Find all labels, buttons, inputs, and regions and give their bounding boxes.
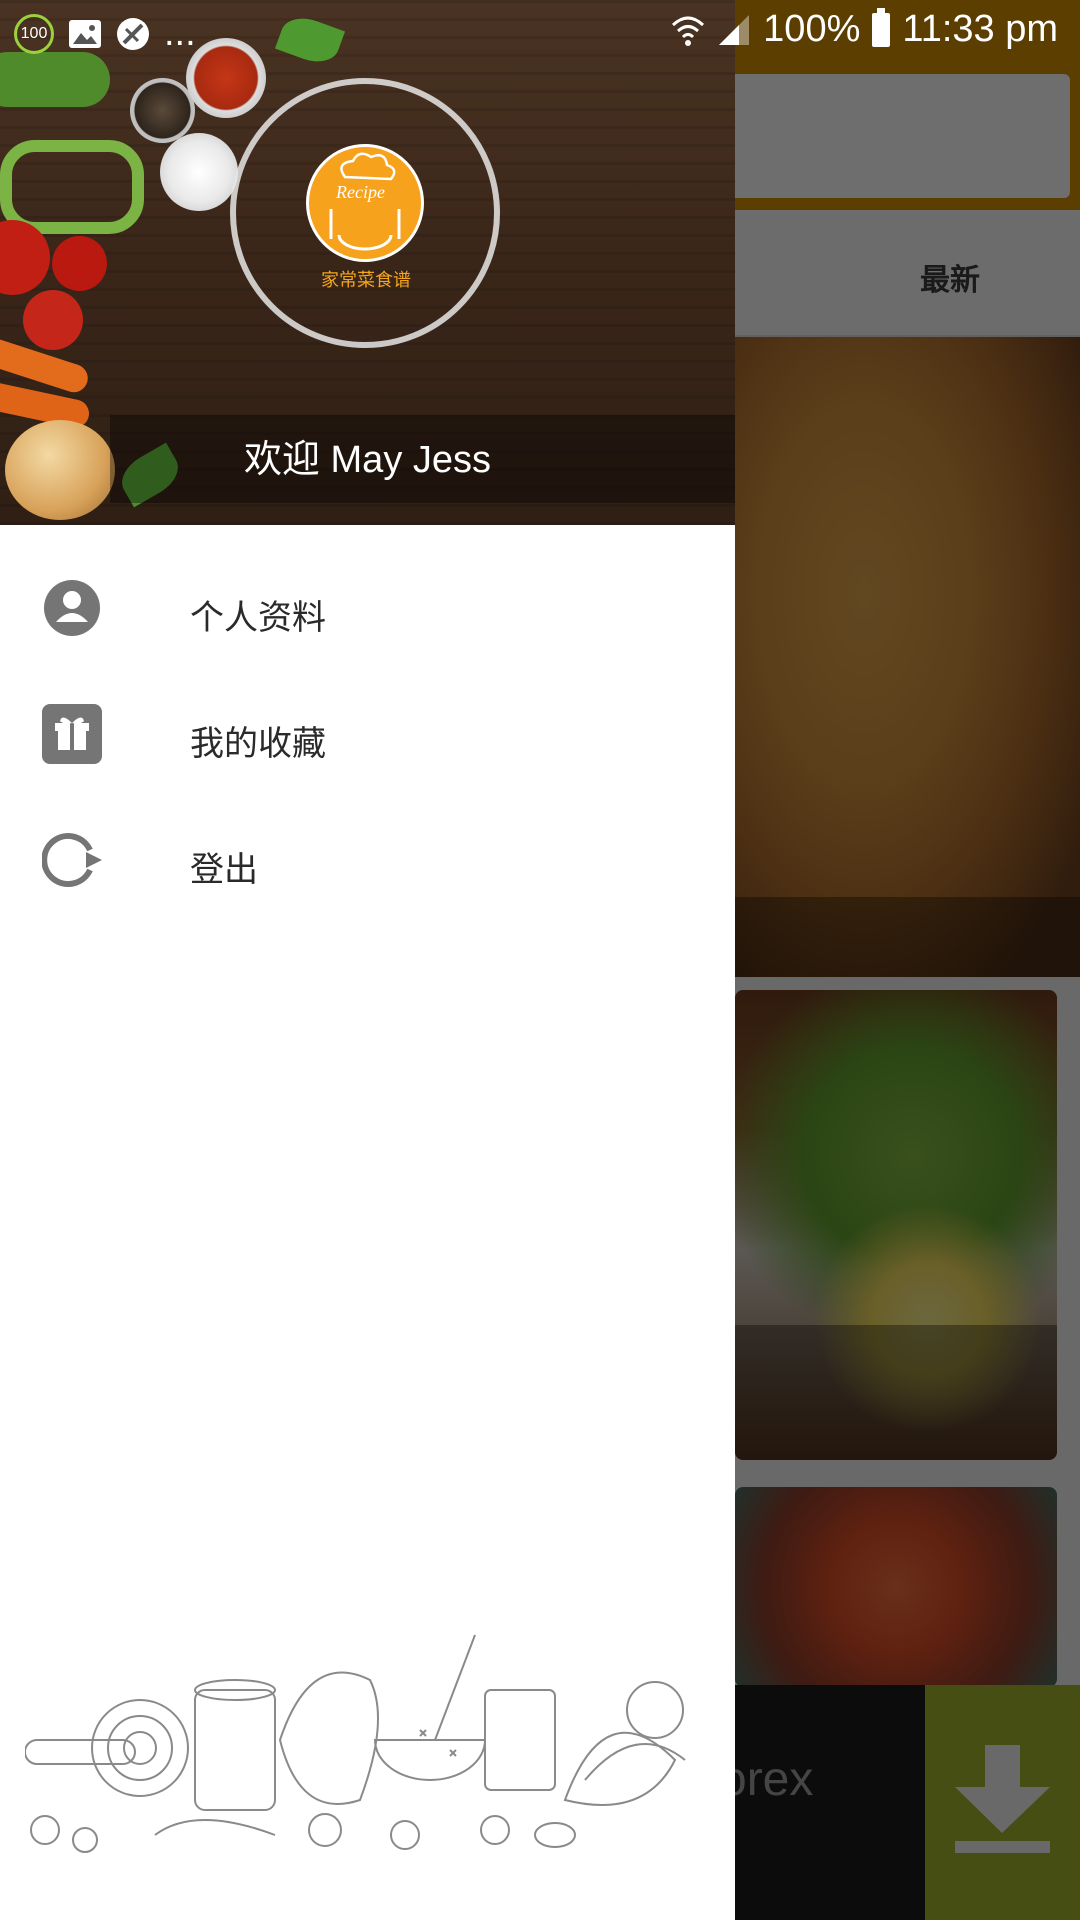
blocked-icon (117, 17, 149, 50)
menu-label: 登出 (190, 850, 258, 890)
menu-label: 我的收藏 (190, 724, 326, 764)
menu-item-profile[interactable]: 个人资料 (0, 545, 735, 671)
chef-hat-plate-icon (329, 152, 401, 251)
beans-image (0, 140, 144, 234)
battery-saver-badge: 100 (14, 13, 54, 54)
tomato-image (23, 290, 83, 350)
gift-icon (42, 704, 102, 764)
status-bar: 100 ... 100% 11:33 pm (0, 0, 1080, 62)
avatar[interactable]: Recipe 家常菜食谱 (230, 78, 500, 348)
image-icon (69, 19, 101, 48)
logo-caption: 家常菜食谱 (321, 270, 411, 291)
navigation-drawer: Recipe 家常菜食谱 欢迎 May Jess 个人资料 我的收藏 登出 (0, 0, 735, 1920)
logo-recipe-text: Recipe (336, 182, 385, 202)
status-notifications: 100 ... (14, 12, 196, 55)
drawer-header: Recipe 家常菜食谱 欢迎 May Jess (0, 0, 735, 525)
clock: 11:33 pm (902, 8, 1058, 50)
drawer-menu: 个人资料 我的收藏 登出 (0, 545, 735, 923)
logo-badge (306, 144, 424, 262)
status-system: 100% 11:33 pm (671, 7, 1058, 51)
profile-icon (44, 580, 100, 636)
more-notifications: ... (164, 12, 196, 54)
battery-icon (872, 7, 891, 47)
app-logo: Recipe 家常菜食谱 (306, 144, 426, 294)
menu-item-logout[interactable]: 登出 (0, 797, 735, 923)
welcome-text: 欢迎 May Jess (243, 439, 492, 481)
menu-item-favorites[interactable]: 我的收藏 (0, 671, 735, 797)
signal-icon (719, 14, 750, 45)
peppercorn-jar-image (130, 78, 195, 143)
salt-jar-image (160, 133, 238, 211)
tomato-image (52, 236, 107, 291)
menu-label: 个人资料 (190, 598, 326, 638)
food-sketch-illustration (25, 1634, 686, 1853)
logout-icon (42, 833, 102, 887)
battery-percent: 100% (763, 8, 861, 50)
wifi-icon (672, 16, 705, 46)
